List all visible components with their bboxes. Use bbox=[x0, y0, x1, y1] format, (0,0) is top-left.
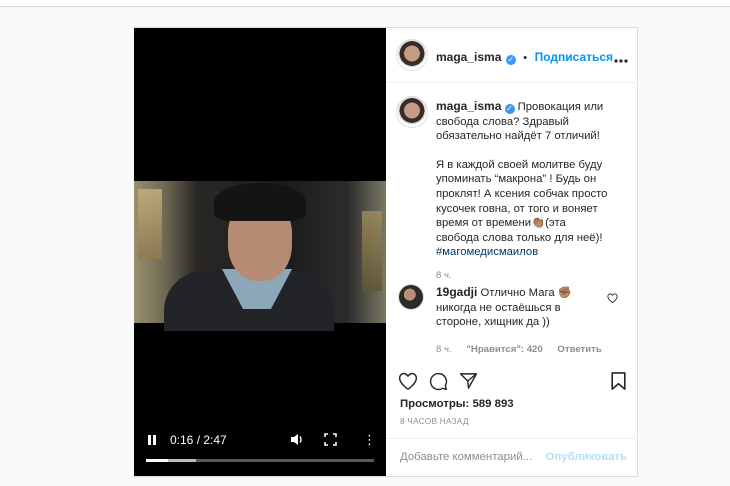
heart-icon[interactable] bbox=[398, 372, 418, 395]
caption-text-2: Я в каждой своей молитве буду упоминать … bbox=[436, 158, 608, 244]
reply-button[interactable]: Ответить bbox=[557, 344, 601, 355]
bookmark-icon[interactable] bbox=[611, 372, 626, 395]
comment-username[interactable]: 19gadji bbox=[436, 285, 477, 299]
post-header: maga_isma ✓ • Подписаться bbox=[386, 28, 638, 83]
action-bar bbox=[398, 372, 630, 392]
header-username[interactable]: maga_isma bbox=[436, 50, 501, 64]
progress-fill bbox=[146, 459, 169, 462]
verified-icon: ✓ bbox=[504, 104, 515, 114]
volume-icon[interactable] bbox=[290, 433, 304, 449]
comment: 19gadji Отлично Мага ✊🏽 никогда не остаё… bbox=[436, 285, 602, 357]
caption-username[interactable]: maga_isma bbox=[436, 99, 501, 113]
separator-dot: • bbox=[523, 52, 528, 64]
comment-likes[interactable]: "Нравится": 420 bbox=[466, 344, 542, 355]
post-caption: maga_isma ✓ Провокация или свобода слова… bbox=[436, 99, 611, 284]
hashtag-link[interactable]: #магомедисмаилов bbox=[436, 246, 538, 258]
add-comment-bar: Добавьте комментарий... Опубликовать bbox=[386, 438, 638, 477]
views-count[interactable]: Просмотры: 589 893 bbox=[400, 398, 514, 410]
avatar[interactable] bbox=[397, 40, 427, 70]
video-frame bbox=[134, 181, 386, 331]
video-player[interactable]: 0:16 / 2:47 ⋮ bbox=[134, 28, 386, 476]
commenter-avatar[interactable] bbox=[399, 285, 423, 309]
video-progress-bar[interactable] bbox=[146, 459, 374, 462]
caption-time: 8 ч. bbox=[436, 269, 452, 281]
publish-button[interactable]: Опубликовать bbox=[546, 451, 627, 463]
comment-like-icon[interactable] bbox=[607, 290, 618, 308]
video-time: 0:16 / 2:47 bbox=[170, 433, 227, 447]
verified-icon: ✓ bbox=[505, 55, 516, 65]
share-icon[interactable] bbox=[459, 372, 478, 395]
fullscreen-icon[interactable] bbox=[324, 433, 337, 449]
comment-time: 8 ч. bbox=[436, 343, 452, 355]
follow-button[interactable]: Подписаться bbox=[535, 50, 613, 64]
pause-icon[interactable] bbox=[146, 435, 158, 447]
caption-avatar[interactable] bbox=[397, 97, 427, 127]
more-vertical-icon[interactable]: ⋮ bbox=[363, 432, 376, 448]
comment-icon[interactable] bbox=[429, 372, 448, 396]
more-icon[interactable] bbox=[614, 50, 628, 63]
top-bar bbox=[0, 0, 730, 7]
post-timestamp: 8 ЧАСОВ НАЗАД bbox=[400, 417, 469, 426]
comment-input[interactable]: Добавьте комментарий... bbox=[400, 451, 532, 463]
video-controls: 0:16 / 2:47 ⋮ bbox=[134, 428, 386, 476]
